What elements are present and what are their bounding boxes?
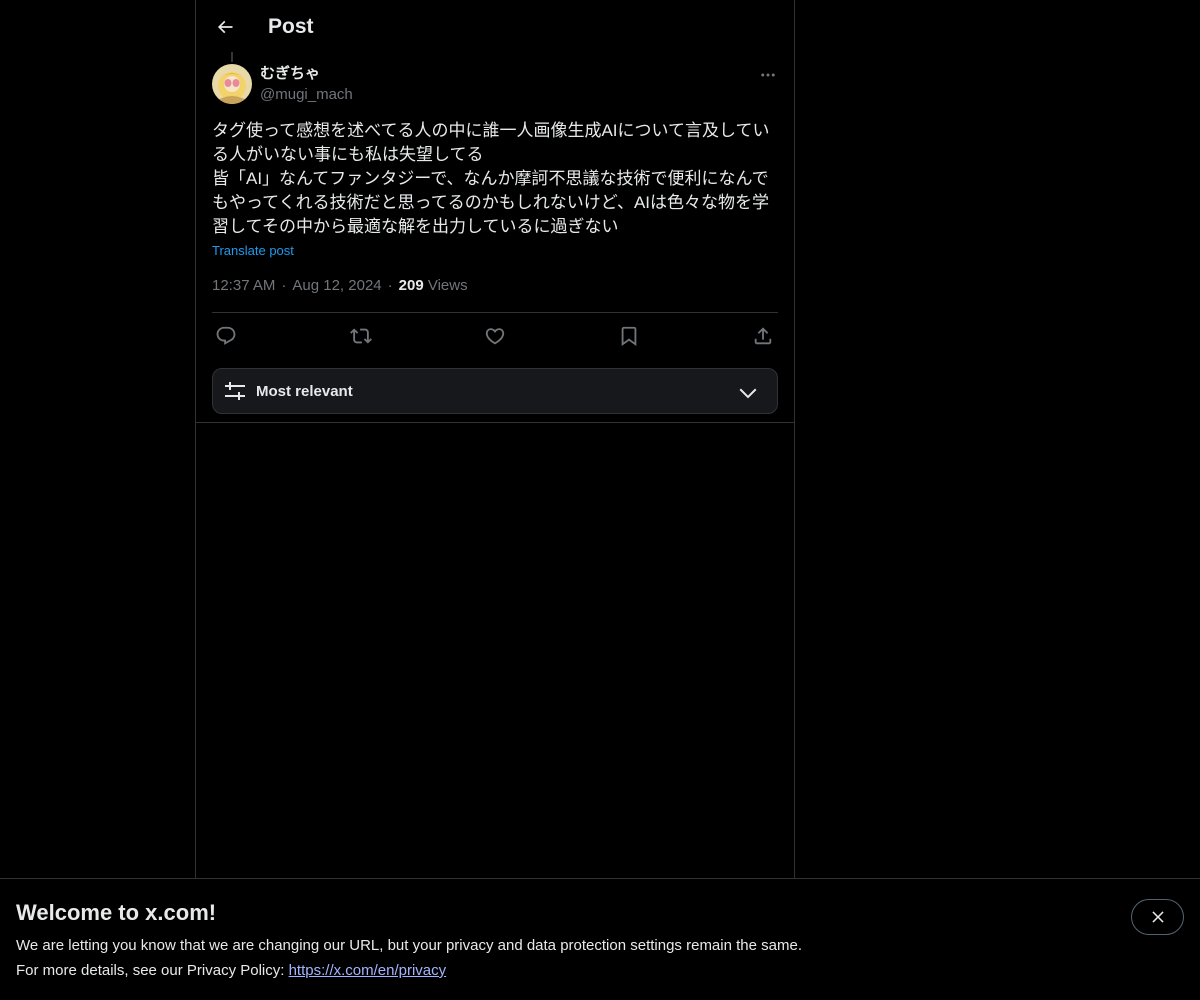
meta-separator: · bbox=[387, 277, 393, 294]
close-icon bbox=[1151, 911, 1164, 923]
post-meta: 12:37 AM · Aug 12, 2024 · 209 Views bbox=[212, 276, 468, 296]
post-text-line: 皆「AI」なんてファンタジーで、なんか摩訶不思議な技術で便利になんで bbox=[212, 169, 769, 188]
meta-divider bbox=[212, 312, 778, 313]
thread-connector bbox=[231, 52, 233, 62]
banner-close-button[interactable] bbox=[1131, 899, 1184, 935]
sliders-icon bbox=[225, 382, 245, 400]
bookmark-button[interactable] bbox=[615, 322, 643, 350]
heart-icon bbox=[485, 328, 505, 345]
more-options-button[interactable] bbox=[754, 64, 782, 86]
share-button[interactable] bbox=[749, 322, 777, 350]
reply-button[interactable] bbox=[212, 322, 240, 350]
arrow-left-icon bbox=[217, 20, 233, 34]
repost-icon bbox=[350, 328, 372, 344]
post-text-line: 習してその中から最適な解を出力しているに過ぎない bbox=[212, 217, 619, 236]
action-bar bbox=[212, 322, 778, 350]
avatar-image bbox=[212, 64, 252, 104]
post-time[interactable]: 12:37 AM bbox=[212, 277, 275, 294]
section-divider bbox=[196, 422, 794, 423]
post-date[interactable]: Aug 12, 2024 bbox=[292, 277, 381, 294]
banner-privacy-line: For more details, see our Privacy Policy… bbox=[16, 961, 446, 981]
post-text-line: タグ使って感想を述べてる人の中に誰一人画像生成AIについて言及してい bbox=[212, 121, 770, 140]
chevron-down-icon bbox=[739, 388, 757, 399]
main-column: Post むぎちゃ @mugi_mach タグ使って感想を述べてる人の中に誰一人… bbox=[195, 0, 795, 1000]
back-button[interactable] bbox=[208, 10, 242, 44]
like-button[interactable] bbox=[481, 322, 509, 350]
page-title: Post bbox=[268, 15, 314, 38]
views-label: Views bbox=[427, 277, 468, 294]
reply-sort-dropdown[interactable]: Most relevant bbox=[212, 368, 778, 414]
author-display-name[interactable]: むぎちゃ bbox=[260, 64, 320, 84]
repost-button[interactable] bbox=[347, 322, 375, 350]
translate-post-link[interactable]: Translate post bbox=[212, 242, 294, 260]
sort-label: Most relevant bbox=[256, 383, 353, 400]
privacy-policy-link[interactable]: https://x.com/en/privacy bbox=[289, 962, 447, 979]
views-count: 209 bbox=[398, 277, 424, 294]
post-text-line: もやってくれる技術だと思ってるのかもしれないけど、AIは色々な物を学 bbox=[212, 193, 770, 212]
banner-privacy-prefix: For more details, see our Privacy Policy… bbox=[16, 962, 289, 979]
banner-title: Welcome to x.com! bbox=[16, 900, 217, 925]
bookmark-icon bbox=[621, 326, 637, 347]
meta-separator: · bbox=[281, 277, 287, 294]
share-icon bbox=[754, 327, 772, 345]
post-text-line: る人がいない事にも私は失望してる bbox=[212, 145, 484, 164]
post-text: タグ使って感想を述べてる人の中に誰一人画像生成AIについて言及してい る人がいな… bbox=[212, 119, 778, 239]
more-horizontal-icon bbox=[761, 73, 775, 77]
welcome-banner: Welcome to x.com! We are letting you kno… bbox=[0, 878, 1200, 1000]
author-handle[interactable]: @mugi_mach bbox=[260, 85, 353, 105]
reply-icon bbox=[216, 326, 236, 345]
banner-message: We are letting you know that we are chan… bbox=[16, 937, 802, 954]
page-header: Post bbox=[196, 0, 794, 54]
avatar[interactable] bbox=[212, 64, 252, 104]
